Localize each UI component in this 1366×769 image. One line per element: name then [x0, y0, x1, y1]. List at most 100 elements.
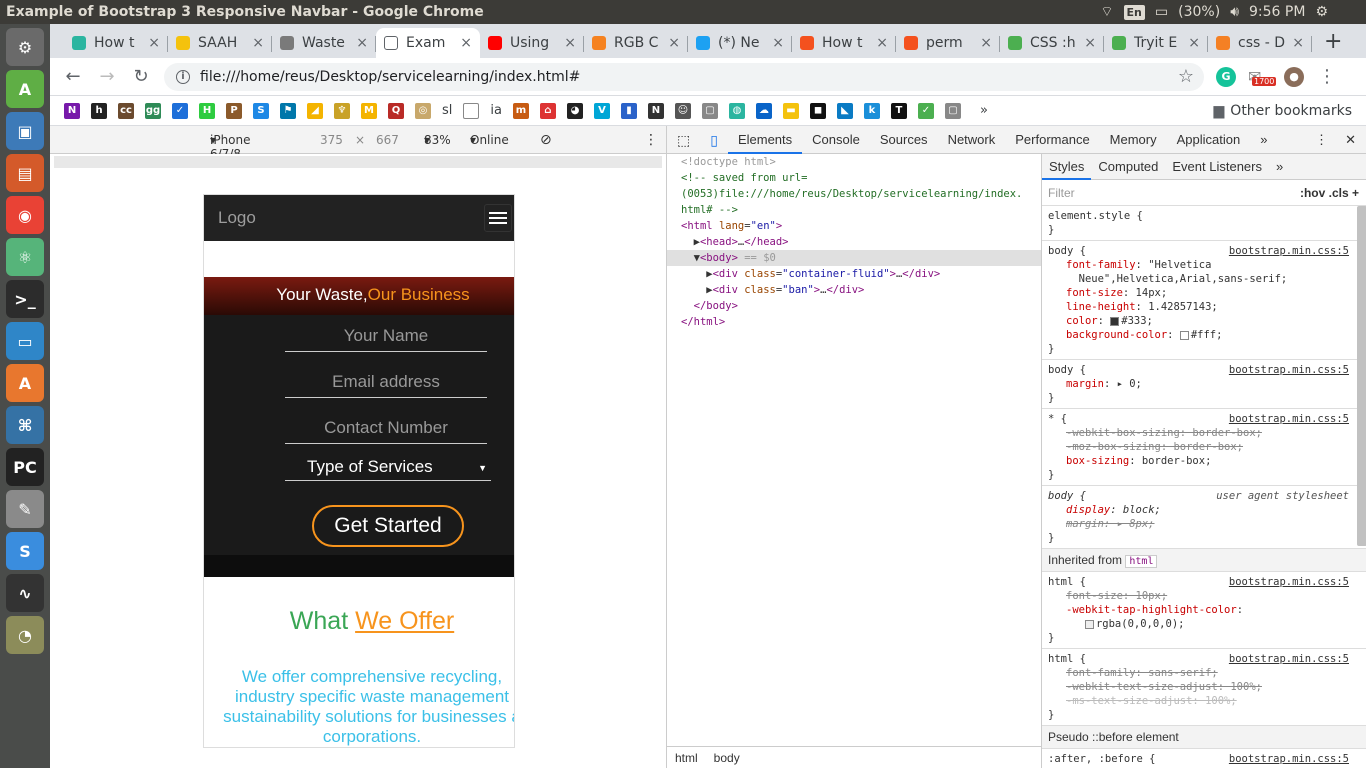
- info-icon[interactable]: i: [176, 69, 190, 84]
- get-started-button[interactable]: Get Started: [312, 505, 464, 547]
- new-tab-button[interactable]: +: [1324, 29, 1342, 54]
- rule-html-1[interactable]: html {bootstrap.min.css:5 font-size: 10p…: [1042, 572, 1366, 649]
- text-editor-icon[interactable]: ✎: [6, 490, 44, 528]
- rule-source-link[interactable]: bootstrap.min.css:5: [1229, 752, 1349, 766]
- bookmark-sl[interactable]: sl: [442, 103, 452, 118]
- files-icon[interactable]: ▤: [6, 154, 44, 192]
- rule-body-margin[interactable]: body {bootstrap.min.css:5 margin: ▸ 0;}: [1042, 360, 1366, 409]
- close-icon[interactable]: ×: [564, 35, 576, 51]
- bookmark-4[interactable]: ✓: [172, 102, 188, 119]
- dom-node[interactable]: (0053)file:///home/reus/Desktop/servicel…: [667, 186, 1041, 202]
- reload-button[interactable]: ↻: [130, 66, 152, 87]
- bookmark-0[interactable]: N: [64, 102, 80, 119]
- grammarly-icon[interactable]: G: [1216, 66, 1236, 87]
- contact-field[interactable]: Contact Number: [285, 418, 487, 444]
- tab-elements[interactable]: Elements: [727, 126, 803, 154]
- bookmark-13[interactable]: ◎: [415, 102, 431, 119]
- inkscape-icon[interactable]: A: [6, 70, 44, 108]
- close-devtools-icon[interactable]: ✕: [1335, 126, 1366, 154]
- tab-sources[interactable]: Sources: [870, 126, 938, 154]
- software-center-icon[interactable]: A: [6, 364, 44, 402]
- tab-performance[interactable]: Performance: [1005, 126, 1099, 154]
- bookmark-b16[interactable]: ▢: [944, 102, 961, 119]
- gmail-icon[interactable]: ✉ 1700: [1248, 67, 1277, 87]
- dom-node[interactable]: ▶<div class="container-fluid">…</div>: [667, 266, 1041, 282]
- crumb-html[interactable]: html: [667, 747, 706, 769]
- tab-3[interactable]: Exam ×: [376, 28, 480, 58]
- tab-0[interactable]: How t ×: [64, 28, 168, 58]
- styles-tab-1[interactable]: Computed: [1091, 154, 1165, 180]
- other-bookmarks[interactable]: ▆ Other bookmarks: [1214, 103, 1352, 119]
- tab-4[interactable]: Using ×: [480, 28, 584, 58]
- dom-node[interactable]: <!doctype html>: [667, 154, 1041, 170]
- bookmark-b11[interactable]: ◼: [809, 102, 826, 119]
- bookmark-10[interactable]: ♆: [334, 102, 350, 119]
- tab-2[interactable]: Waste ×: [272, 28, 376, 58]
- site-logo[interactable]: Logo: [218, 208, 256, 228]
- rule-source-link[interactable]: bootstrap.min.css:5: [1229, 244, 1349, 258]
- close-icon[interactable]: ×: [1292, 35, 1304, 51]
- close-icon[interactable]: ×: [876, 35, 888, 51]
- close-icon[interactable]: ×: [460, 35, 472, 51]
- bookmark-b1[interactable]: ⌂: [539, 102, 556, 119]
- rule-source-link[interactable]: bootstrap.min.css:5: [1229, 652, 1349, 666]
- bookmark-5[interactable]: H: [199, 102, 215, 119]
- bookmark-b7[interactable]: ▢: [701, 102, 718, 119]
- rotate-icon[interactable]: ⊘: [540, 132, 552, 148]
- dom-node[interactable]: ▶<div class="ban">…</div>: [667, 282, 1041, 298]
- tab-6[interactable]: (*) Ne ×: [688, 28, 792, 58]
- dom-node[interactable]: <!-- saved from url=: [667, 170, 1041, 186]
- rule-source-link[interactable]: bootstrap.min.css:5: [1229, 412, 1349, 426]
- tab-5[interactable]: RGB C ×: [584, 28, 688, 58]
- device-more-icon[interactable]: ⋮: [644, 132, 658, 148]
- bookmark-3[interactable]: gg: [145, 102, 161, 119]
- rule-html-2[interactable]: html {bootstrap.min.css:5 font-family: s…: [1042, 649, 1366, 726]
- terminal-icon[interactable]: >_: [6, 280, 44, 318]
- tab-application[interactable]: Application: [1167, 126, 1251, 154]
- close-icon[interactable]: ×: [980, 35, 992, 51]
- bookmark-2[interactable]: cc: [118, 102, 134, 119]
- inspect-icon[interactable]: ⬚: [667, 126, 700, 154]
- bookmark-6[interactable]: P: [226, 102, 242, 119]
- width-field[interactable]: 375: [320, 133, 343, 147]
- tab-7[interactable]: How t ×: [792, 28, 896, 58]
- virtualbox-icon[interactable]: ▣: [6, 112, 44, 150]
- battery-icon[interactable]: ▭: [1155, 4, 1168, 20]
- tab-11[interactable]: css - D ×: [1208, 28, 1312, 58]
- rule-source-link[interactable]: bootstrap.min.css:5: [1229, 575, 1349, 589]
- dom-node[interactable]: </html>: [667, 314, 1041, 330]
- bookmark-b10[interactable]: ▬: [782, 102, 799, 119]
- simplenote-icon[interactable]: S: [6, 532, 44, 570]
- clock[interactable]: 9:56 PM: [1249, 4, 1305, 20]
- vlc-icon[interactable]: ▭: [6, 322, 44, 360]
- bookmark-8[interactable]: ⚑: [280, 102, 296, 119]
- bookmark-b15[interactable]: ✓: [917, 102, 934, 119]
- chrome-icon[interactable]: ◉: [6, 196, 44, 234]
- bookmark-b3[interactable]: V: [593, 102, 610, 119]
- rule-universal[interactable]: * {bootstrap.min.css:5 -webkit-box-sizin…: [1042, 409, 1366, 486]
- bookmark-12[interactable]: Q: [388, 102, 404, 119]
- dom-node[interactable]: ▶<head>…</head>: [667, 234, 1041, 250]
- keyboard-language[interactable]: En: [1123, 4, 1145, 20]
- back-button[interactable]: ←: [62, 66, 84, 87]
- service-select[interactable]: Type of Services ▼: [285, 457, 491, 481]
- close-icon[interactable]: ×: [668, 35, 680, 51]
- menu-icon[interactable]: ⋮: [1316, 66, 1338, 87]
- tab-console[interactable]: Console: [802, 126, 870, 154]
- bookmark-b6[interactable]: ☺: [674, 102, 691, 119]
- hamburger-icon[interactable]: [484, 204, 512, 232]
- bookmark-b0[interactable]: m: [512, 102, 529, 119]
- dom-node[interactable]: <html lang="en">: [667, 218, 1041, 234]
- close-icon[interactable]: ×: [772, 35, 784, 51]
- zoom-select[interactable]: 83% ▾: [424, 133, 451, 147]
- email-field[interactable]: Email address: [285, 372, 487, 398]
- close-icon[interactable]: ×: [356, 35, 368, 51]
- gear-icon[interactable]: ⚙: [1315, 4, 1328, 20]
- rule-body-font[interactable]: body {bootstrap.min.css:5 font-family: "…: [1042, 241, 1366, 360]
- bookmark-b4[interactable]: ▮: [620, 102, 637, 119]
- rule-user-agent[interactable]: body {user agent stylesheet display: blo…: [1042, 486, 1366, 549]
- styles-more-tabs[interactable]: »: [1269, 154, 1290, 180]
- tab-network[interactable]: Network: [938, 126, 1006, 154]
- avatar[interactable]: ●: [1284, 66, 1304, 87]
- network-select[interactable]: Online ▾: [470, 133, 509, 147]
